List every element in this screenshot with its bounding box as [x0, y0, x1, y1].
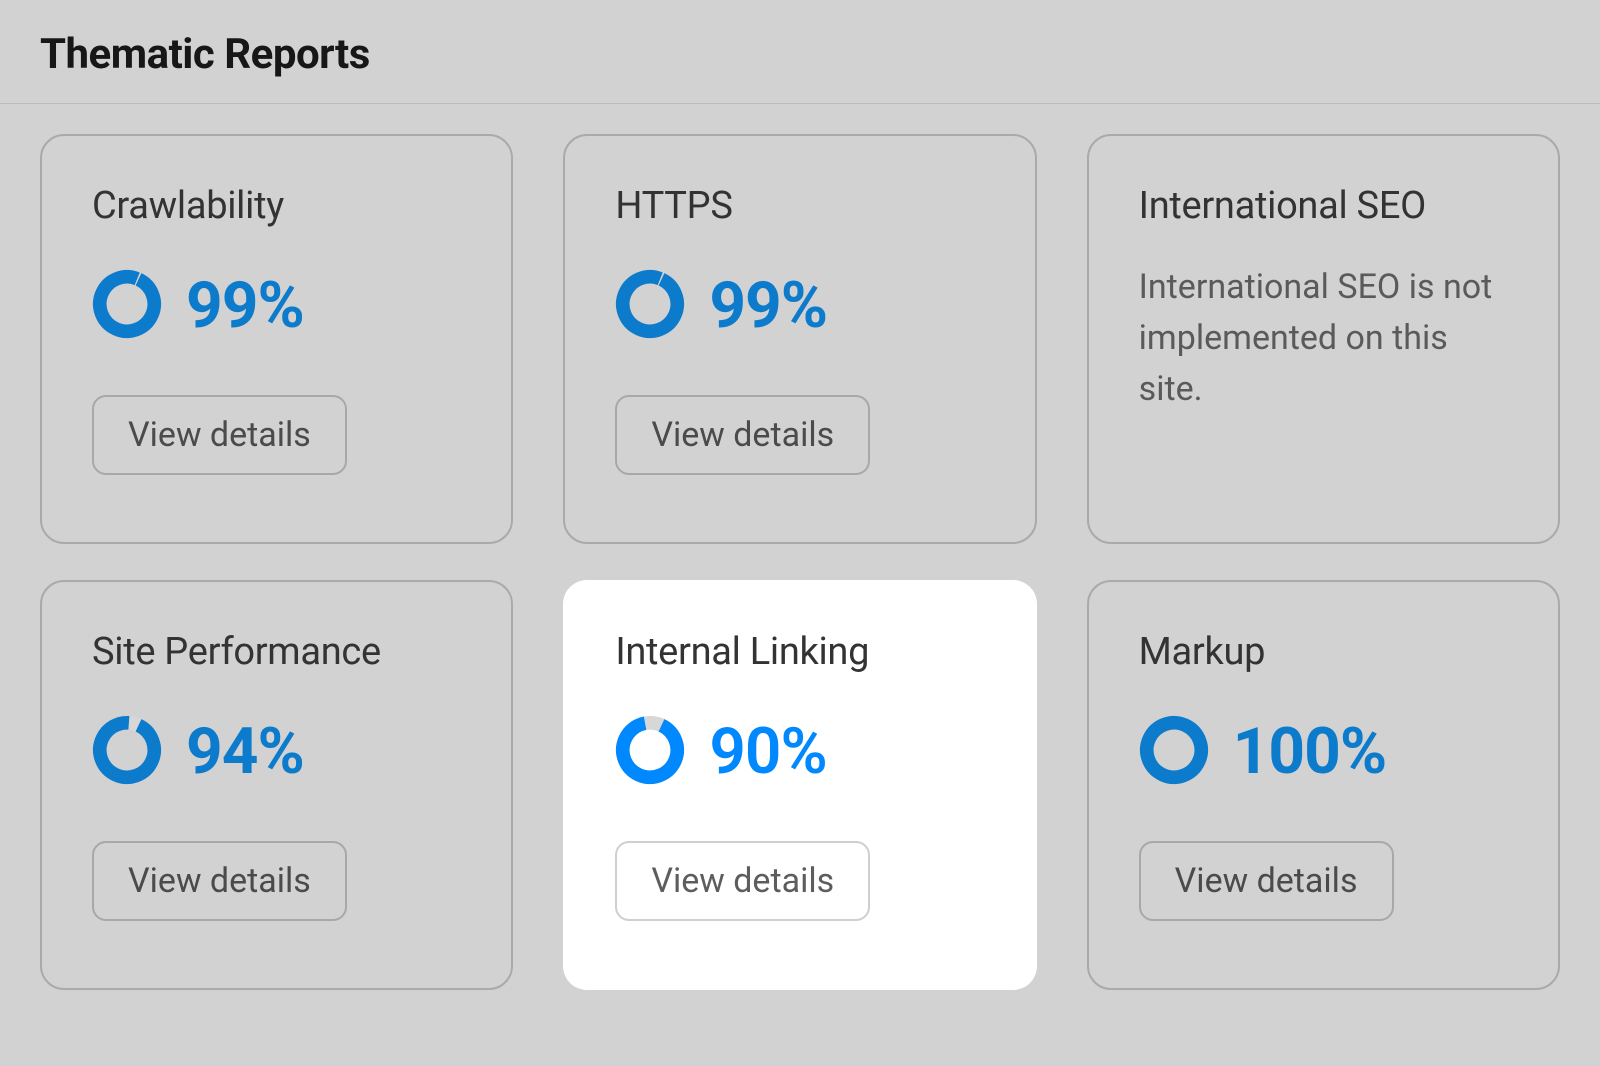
progress-donut-icon	[1139, 715, 1209, 789]
progress-donut-icon	[615, 715, 685, 789]
percent-value: 99%	[709, 268, 827, 343]
view-details-button[interactable]: View details	[615, 841, 870, 921]
progress-donut-icon	[92, 269, 162, 343]
metric-row: 99%	[92, 268, 461, 343]
report-card: International SEO International SEO is no…	[1087, 134, 1560, 544]
metric-row: 99%	[615, 268, 984, 343]
card-title: Markup	[1139, 630, 1508, 674]
report-card: Site Performance 94% View details	[40, 580, 513, 990]
report-card: HTTPS 99% View details	[563, 134, 1036, 544]
metric-row: 94%	[92, 714, 461, 789]
percent-value: 90%	[709, 714, 826, 789]
report-card: Markup 100% View details	[1087, 580, 1560, 990]
card-message: International SEO is not implemented on …	[1139, 262, 1508, 415]
card-title: Internal Linking	[615, 630, 984, 674]
percent-value: 99%	[186, 268, 304, 343]
reports-grid: Crawlability 99% View detailsHTTPS 99% V…	[40, 134, 1560, 990]
card-title: Site Performance	[92, 630, 461, 674]
report-card: Crawlability 99% View details	[40, 134, 513, 544]
view-details-button[interactable]: View details	[92, 395, 347, 475]
card-title: International SEO	[1139, 184, 1508, 228]
percent-value: 100%	[1233, 714, 1386, 789]
view-details-button[interactable]: View details	[1139, 841, 1394, 921]
progress-donut-icon	[92, 715, 162, 789]
card-title: Crawlability	[92, 184, 461, 228]
section-heading: Thematic Reports	[40, 30, 1560, 79]
report-card: Internal Linking 90% View details	[563, 580, 1036, 990]
metric-row: 90%	[615, 714, 984, 789]
view-details-button[interactable]: View details	[92, 841, 347, 921]
progress-donut-icon	[615, 269, 685, 343]
percent-value: 94%	[186, 714, 304, 789]
view-details-button[interactable]: View details	[615, 395, 870, 475]
thematic-reports-section: Thematic Reports Crawlability 99% View d…	[0, 0, 1600, 1030]
card-title: HTTPS	[615, 184, 984, 228]
metric-row: 100%	[1139, 714, 1508, 789]
divider	[0, 103, 1600, 104]
